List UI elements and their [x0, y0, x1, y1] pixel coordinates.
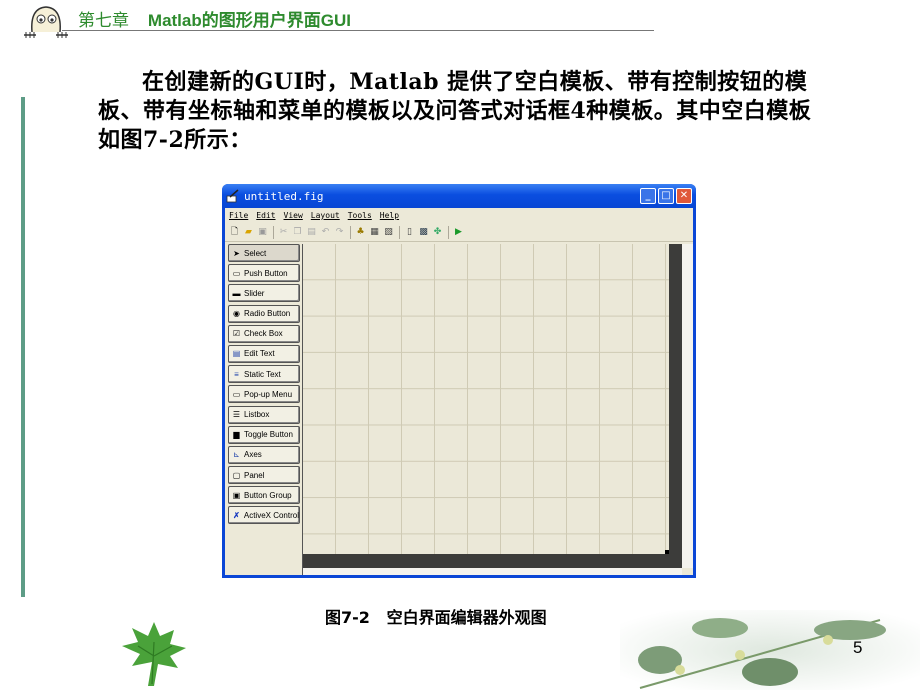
palette-item-toggle-button[interactable]: ▆ Toggle Button	[228, 425, 300, 444]
menu-bar: File Edit View Layout Tools Help	[225, 208, 693, 223]
horizontal-scrollbar[interactable]	[303, 568, 682, 575]
palette-label: Panel	[244, 470, 265, 480]
figure-border-bottom	[303, 554, 682, 568]
toolbar-separator	[448, 225, 449, 239]
panel-icon: ▢	[232, 470, 241, 480]
menu-tools[interactable]: Tools	[348, 211, 372, 220]
palette-item-panel[interactable]: ▢ Panel	[228, 466, 300, 485]
buttongroup-icon: ▣	[232, 490, 241, 500]
palette-label: Radio Button	[244, 309, 291, 319]
paragraph-text: 在创建新的GUI时，Matlab 提供了空白模板、带有控制按钮的模板、带有坐标轴…	[98, 69, 812, 153]
run-icon[interactable]: ▶	[453, 227, 464, 238]
maximize-button[interactable]: □	[658, 188, 674, 204]
palette-label: Slider	[244, 288, 265, 298]
palette-label: Static Text	[244, 369, 281, 379]
activex-icon: ✗	[233, 510, 240, 520]
chapter-label: 第七章	[78, 11, 129, 30]
window-title: untitled.fig	[244, 189, 324, 203]
menu-file[interactable]: File	[229, 211, 248, 220]
chapter-heading: 第七章 Matlab的图形用户界面GUI	[78, 6, 351, 31]
palette-label: Push Button	[244, 268, 288, 278]
layout-grid-canvas[interactable]	[303, 244, 669, 554]
guide-app-icon	[226, 189, 239, 203]
page-number: 5	[853, 638, 863, 657]
copy-icon[interactable]: ❐	[292, 227, 303, 238]
palette-item-listbox[interactable]: ☰ Listbox	[228, 405, 300, 424]
paste-icon[interactable]: ▤	[306, 227, 317, 238]
slider-icon: ▬	[232, 288, 241, 298]
property-inspector-icon[interactable]: ▩	[418, 227, 429, 238]
palette-label: Button Group	[244, 490, 292, 500]
object-browser-icon[interactable]: ✤	[432, 227, 443, 238]
menu-view[interactable]: View	[284, 211, 303, 220]
palette-item-radio-button[interactable]: ◉ Radio Button	[228, 304, 300, 323]
palette-item-edit-text[interactable]: ▤ Edit Text	[228, 344, 300, 363]
window-titlebar[interactable]: untitled.fig _ □ ✕	[222, 184, 696, 208]
close-button[interactable]: ✕	[676, 188, 692, 204]
maple-leaf-icon	[122, 622, 186, 686]
toolbar-separator	[273, 225, 274, 239]
palette-label: ActiveX Control	[243, 510, 299, 520]
redo-icon[interactable]: ↷	[334, 227, 345, 238]
minimize-icon: _	[645, 190, 651, 201]
axes-icon: ⊾	[233, 450, 240, 460]
figure-border-right	[669, 244, 682, 568]
edittext-icon: ▤	[232, 349, 241, 359]
palette-label: Axes	[244, 450, 262, 460]
menu-help[interactable]: Help	[380, 211, 399, 220]
palette-item-select[interactable]: ➤ Select	[228, 244, 300, 262]
guide-window: untitled.fig _ □ ✕ File Edit View Layout…	[222, 184, 696, 578]
mascot-logo-icon	[24, 6, 68, 38]
minimize-button[interactable]: _	[640, 188, 656, 204]
menu-edit[interactable]: Edit	[256, 211, 275, 220]
save-icon[interactable]: ▣	[257, 227, 268, 238]
pushbutton-icon: ▭	[232, 268, 241, 278]
undo-icon[interactable]: ↶	[320, 227, 331, 238]
chapter-title: Matlab的图形用户界面GUI	[147, 11, 351, 30]
open-icon[interactable]: ▰	[243, 227, 254, 238]
palette-item-static-text[interactable]: ≡ Static Text	[228, 365, 300, 384]
statictext-icon: ≡	[234, 369, 239, 379]
toolbar-separator	[350, 225, 351, 239]
palette-item-popup-menu[interactable]: ▭ Pop-up Menu	[228, 385, 300, 404]
new-icon[interactable]: 🗋	[229, 227, 240, 238]
listbox-icon: ☰	[232, 410, 241, 419]
radio-icon: ◉	[233, 309, 240, 319]
align-icon[interactable]: ♣	[355, 227, 366, 238]
menu-layout[interactable]: Layout	[311, 211, 340, 220]
vine-branch-icon	[620, 610, 920, 690]
component-palette: ➤ Select ▭ Push Button ▬ Slider ◉ Radio Butt…	[228, 244, 300, 527]
toolbar: 🗋 ▰ ▣ ✂ ❐ ▤ ↶ ↷ ♣ ▦ ▧ ▯ ▩ ✤ ▶	[225, 223, 693, 242]
palette-item-axes[interactable]: ⊾ Axes	[228, 445, 300, 464]
popup-icon: ▭	[232, 389, 241, 399]
palette-label: Edit Text	[244, 349, 275, 359]
menu-editor-icon[interactable]: ▦	[369, 227, 380, 238]
cut-icon[interactable]: ✂	[278, 227, 289, 238]
arrow-icon: ➤	[233, 248, 240, 258]
checkbox-icon: ☑	[232, 329, 241, 339]
mfile-editor-icon[interactable]: ▯	[404, 227, 415, 238]
palette-item-activex-control[interactable]: ✗ ActiveX Control	[228, 506, 300, 525]
figure-caption: 图7-2 空白界面编辑器外观图	[325, 608, 547, 627]
resize-handle[interactable]	[665, 550, 669, 554]
palette-label: Listbox	[244, 410, 270, 419]
palette-label: Select	[244, 248, 267, 258]
vertical-scrollbar[interactable]	[682, 244, 693, 568]
header-divider	[62, 30, 654, 31]
palette-item-button-group[interactable]: ▣ Button Group	[228, 486, 300, 505]
left-accent-bar	[21, 97, 25, 597]
toolbar-separator	[399, 225, 400, 239]
palette-label: Pop-up Menu	[244, 389, 293, 399]
toggle-icon: ▆	[233, 430, 240, 440]
close-icon: ✕	[679, 190, 689, 201]
maximize-icon: □	[661, 190, 671, 201]
palette-label: Toggle Button	[244, 430, 293, 440]
window-client: File Edit View Layout Tools Help 🗋 ▰ ▣ ✂…	[225, 208, 693, 575]
palette-item-check-box[interactable]: ☑ Check Box	[228, 324, 300, 343]
palette-item-slider[interactable]: ▬ Slider	[228, 284, 300, 303]
palette-item-push-button[interactable]: ▭ Push Button	[228, 264, 300, 283]
body-paragraph: 在创建新的GUI时，Matlab 提供了空白模板、带有控制按钮的模板、带有坐标轴…	[98, 68, 828, 155]
palette-label: Check Box	[244, 329, 283, 339]
tab-order-icon[interactable]: ▧	[383, 227, 394, 238]
